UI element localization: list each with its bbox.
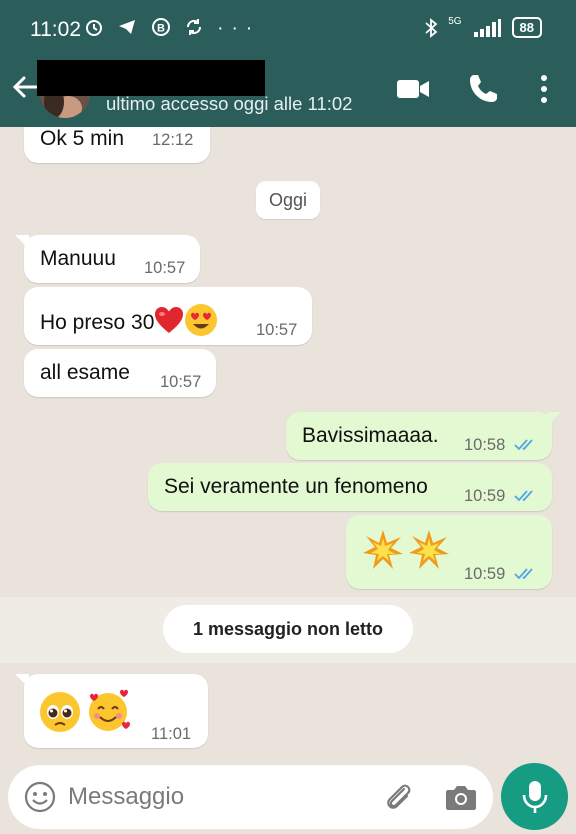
clock: 11:02	[30, 18, 81, 41]
message-time: 10:57	[256, 321, 298, 339]
pleading-face-icon	[40, 692, 80, 732]
message-text: Ho preso 30	[40, 303, 218, 337]
video-call-icon[interactable]	[396, 72, 430, 106]
b-icon: B	[151, 18, 171, 36]
status-bar: 11:02 B ··· 5G 88	[0, 0, 576, 60]
incoming-message[interactable]: Ho preso 30 10:57	[24, 287, 312, 345]
mic-icon	[522, 781, 548, 813]
incoming-message[interactable]: 11:01	[15, 674, 208, 748]
read-ticks-icon	[514, 439, 533, 451]
message-time: 11:01	[151, 725, 192, 743]
kebab-menu-icon[interactable]	[527, 72, 561, 106]
message-time: 10:59	[464, 565, 506, 583]
heart-eyes-face-icon	[185, 304, 218, 336]
message-text: Sei veramente un fenomeno	[164, 475, 428, 498]
message-text: all esame	[40, 361, 130, 384]
telegram-icon	[119, 20, 136, 34]
message-time: 10:57	[160, 373, 202, 391]
outgoing-message[interactable]: 10:59	[346, 515, 552, 589]
message-time: 12:12	[152, 131, 194, 149]
network-label: 5G	[448, 16, 462, 27]
notification-icons: B ···	[84, 17, 260, 40]
last-seen-text: ultimo accesso oggi alle 11:02	[106, 93, 353, 114]
chat-header: ultimo accesso oggi alle 11:02	[0, 60, 576, 127]
incoming-message[interactable]: Manuuu 10:57	[15, 235, 200, 283]
message-time: 10:59	[464, 487, 506, 505]
message-composer	[8, 765, 493, 829]
outgoing-message[interactable]: Bavissimaaaa. 10:58	[286, 412, 561, 460]
alarm-icon	[86, 20, 102, 36]
outgoing-message[interactable]: Sei veramente un fenomeno 10:59	[148, 463, 552, 511]
incoming-message[interactable]: all esame 10:57	[24, 349, 216, 397]
signal-icon	[473, 18, 501, 37]
back-arrow-icon[interactable]	[10, 72, 40, 102]
collision-icon	[363, 530, 403, 569]
date-divider: Oggi	[256, 181, 320, 219]
message-text: Ok 5 min	[40, 127, 125, 150]
attach-icon[interactable]	[382, 781, 416, 815]
phone-icon[interactable]	[466, 72, 500, 106]
message-time: 10:57	[144, 259, 186, 277]
voice-record-button[interactable]	[501, 763, 568, 830]
red-heart-icon	[155, 307, 184, 333]
message-list[interactable]: Ok 5 min 12:12 Oggi Manuuu 10:57 Ho pres…	[0, 127, 576, 761]
read-ticks-icon	[514, 490, 533, 502]
contact-name-redacted[interactable]	[37, 60, 265, 96]
emoji-icon[interactable]	[24, 781, 56, 813]
bubble-tail	[15, 235, 29, 249]
incoming-message[interactable]: Ok 5 min 12:12	[24, 127, 210, 163]
message-text: Manuuu	[40, 247, 116, 270]
bluetooth-icon	[425, 17, 438, 38]
unread-divider: 1 messaggio non letto	[163, 605, 413, 653]
read-ticks-icon	[514, 568, 533, 580]
bubble-tail	[547, 412, 561, 426]
smiling-face-with-hearts-icon	[89, 689, 130, 731]
bubble-tail	[15, 674, 29, 688]
battery-indicator: 88	[511, 17, 542, 38]
system-icons: 5G 88	[424, 16, 542, 38]
message-text-content: Ho preso 30	[40, 311, 155, 334]
camera-icon[interactable]	[445, 783, 477, 811]
message-text: Bavissimaaaa.	[302, 424, 439, 447]
more-dots-icon: ···	[217, 18, 261, 39]
message-input[interactable]	[68, 777, 368, 817]
message-time: 10:58	[464, 436, 506, 454]
collision-icon	[409, 530, 449, 569]
sync-icon	[186, 19, 201, 35]
svg-text:B: B	[157, 23, 171, 35]
